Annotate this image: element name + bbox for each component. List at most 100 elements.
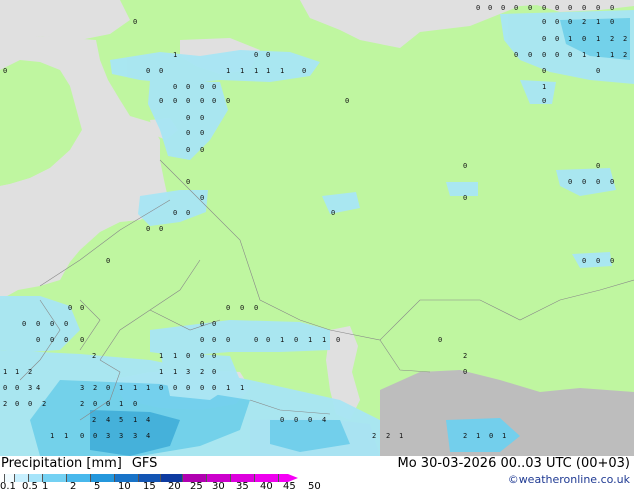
- station-value: 1: [280, 336, 284, 344]
- station-value: 0: [463, 194, 467, 202]
- station-value: 1: [226, 67, 230, 75]
- station-value: 0: [212, 368, 216, 376]
- station-value: 0: [610, 178, 614, 186]
- legend-label: 40: [260, 481, 273, 492]
- station-value: 0: [568, 51, 572, 59]
- station-value: 0: [514, 51, 518, 59]
- station-value: 2: [92, 352, 96, 360]
- station-value: 2: [582, 18, 586, 26]
- station-value: 0: [501, 4, 505, 12]
- station-value: 1: [240, 384, 244, 392]
- station-value: 0: [266, 336, 270, 344]
- station-value: 0: [294, 416, 298, 424]
- station-value: 1: [15, 368, 19, 376]
- station-value: 0: [254, 336, 258, 344]
- station-value: 0: [106, 257, 110, 265]
- station-value: 0: [610, 257, 614, 265]
- station-value: 0: [302, 67, 306, 75]
- station-value: 0: [226, 336, 230, 344]
- valid-time: Mo 30-03-2026 00..03 UTC (00+03): [397, 456, 631, 471]
- station-value: 0: [200, 194, 204, 202]
- legend-label: 45: [283, 481, 296, 492]
- station-value: 0: [186, 97, 190, 105]
- station-value: 0: [488, 4, 492, 12]
- station-value: 0: [50, 336, 54, 344]
- station-value: 1: [610, 51, 614, 59]
- station-value: 0: [3, 67, 7, 75]
- station-value: 0: [212, 384, 216, 392]
- station-value: 0: [186, 352, 190, 360]
- station-value: 1: [3, 368, 7, 376]
- station-value: 0: [555, 4, 559, 12]
- station-value: 0: [22, 320, 26, 328]
- station-value: 0: [106, 400, 110, 408]
- legend-label: 10: [118, 481, 131, 492]
- precipitation-label: Precipitation [mm]: [1, 456, 122, 471]
- station-value: 0: [514, 4, 518, 12]
- station-value: 4: [106, 416, 110, 424]
- station-value: 0: [186, 83, 190, 91]
- credit-link[interactable]: ©weatheronline.co.uk: [508, 473, 630, 486]
- station-value: 0: [212, 336, 216, 344]
- station-value: 0: [200, 146, 204, 154]
- station-value: 1: [596, 18, 600, 26]
- station-value: 3: [80, 384, 84, 392]
- station-value: 4: [146, 432, 150, 440]
- station-value: 0: [173, 384, 177, 392]
- station-value: 0: [476, 4, 480, 12]
- station-value: 1: [254, 67, 258, 75]
- station-value: 0: [336, 336, 340, 344]
- station-value: 0: [610, 4, 614, 12]
- station-value: 0: [200, 384, 204, 392]
- station-value: 0: [254, 304, 258, 312]
- station-value: 0: [186, 178, 190, 186]
- legend-label: 5: [94, 481, 101, 492]
- station-value: 0: [542, 97, 546, 105]
- station-value: 0: [186, 114, 190, 122]
- station-value: 0: [186, 209, 190, 217]
- station-value: 0: [173, 97, 177, 105]
- station-value: 1: [133, 384, 137, 392]
- station-value: 1: [399, 432, 403, 440]
- station-value: 0: [582, 35, 586, 43]
- station-value: 0: [596, 178, 600, 186]
- station-value: 2: [93, 384, 97, 392]
- station-value: 3: [119, 432, 123, 440]
- station-value: 1: [50, 432, 54, 440]
- station-value: 0: [212, 352, 216, 360]
- station-value: 0: [555, 35, 559, 43]
- station-value: 0: [596, 67, 600, 75]
- station-value: 1: [308, 336, 312, 344]
- station-value: 3: [28, 384, 32, 392]
- station-value: 0: [50, 320, 54, 328]
- station-value: 1: [119, 400, 123, 408]
- precip-siberia-spot: [446, 182, 478, 196]
- station-value: 1: [226, 384, 230, 392]
- station-value: 0: [133, 400, 137, 408]
- station-value: 0: [240, 304, 244, 312]
- station-value: 2: [623, 35, 627, 43]
- station-value: 0: [64, 336, 68, 344]
- precip-north-coast: [110, 50, 320, 84]
- station-value: 0: [200, 83, 204, 91]
- legend-label: 2: [70, 481, 77, 492]
- station-value: 0: [186, 384, 190, 392]
- station-value: 4: [36, 384, 40, 392]
- station-value: 4: [146, 416, 150, 424]
- station-value: 1: [133, 416, 137, 424]
- station-value: 0: [596, 4, 600, 12]
- legend-label: 30: [212, 481, 225, 492]
- station-value: 5: [119, 416, 123, 424]
- station-value: 1: [173, 368, 177, 376]
- precipitation-map: 0000000000000021000010122000001112000100…: [0, 0, 634, 456]
- station-value: 2: [92, 416, 96, 424]
- station-value: 2: [42, 400, 46, 408]
- station-value: 1: [64, 432, 68, 440]
- station-value: 2: [623, 51, 627, 59]
- station-value: 1: [596, 35, 600, 43]
- station-value: 2: [28, 368, 32, 376]
- station-value: 0: [266, 51, 270, 59]
- station-value: 0: [93, 400, 97, 408]
- station-value: 0: [212, 320, 216, 328]
- station-value: 0: [93, 432, 97, 440]
